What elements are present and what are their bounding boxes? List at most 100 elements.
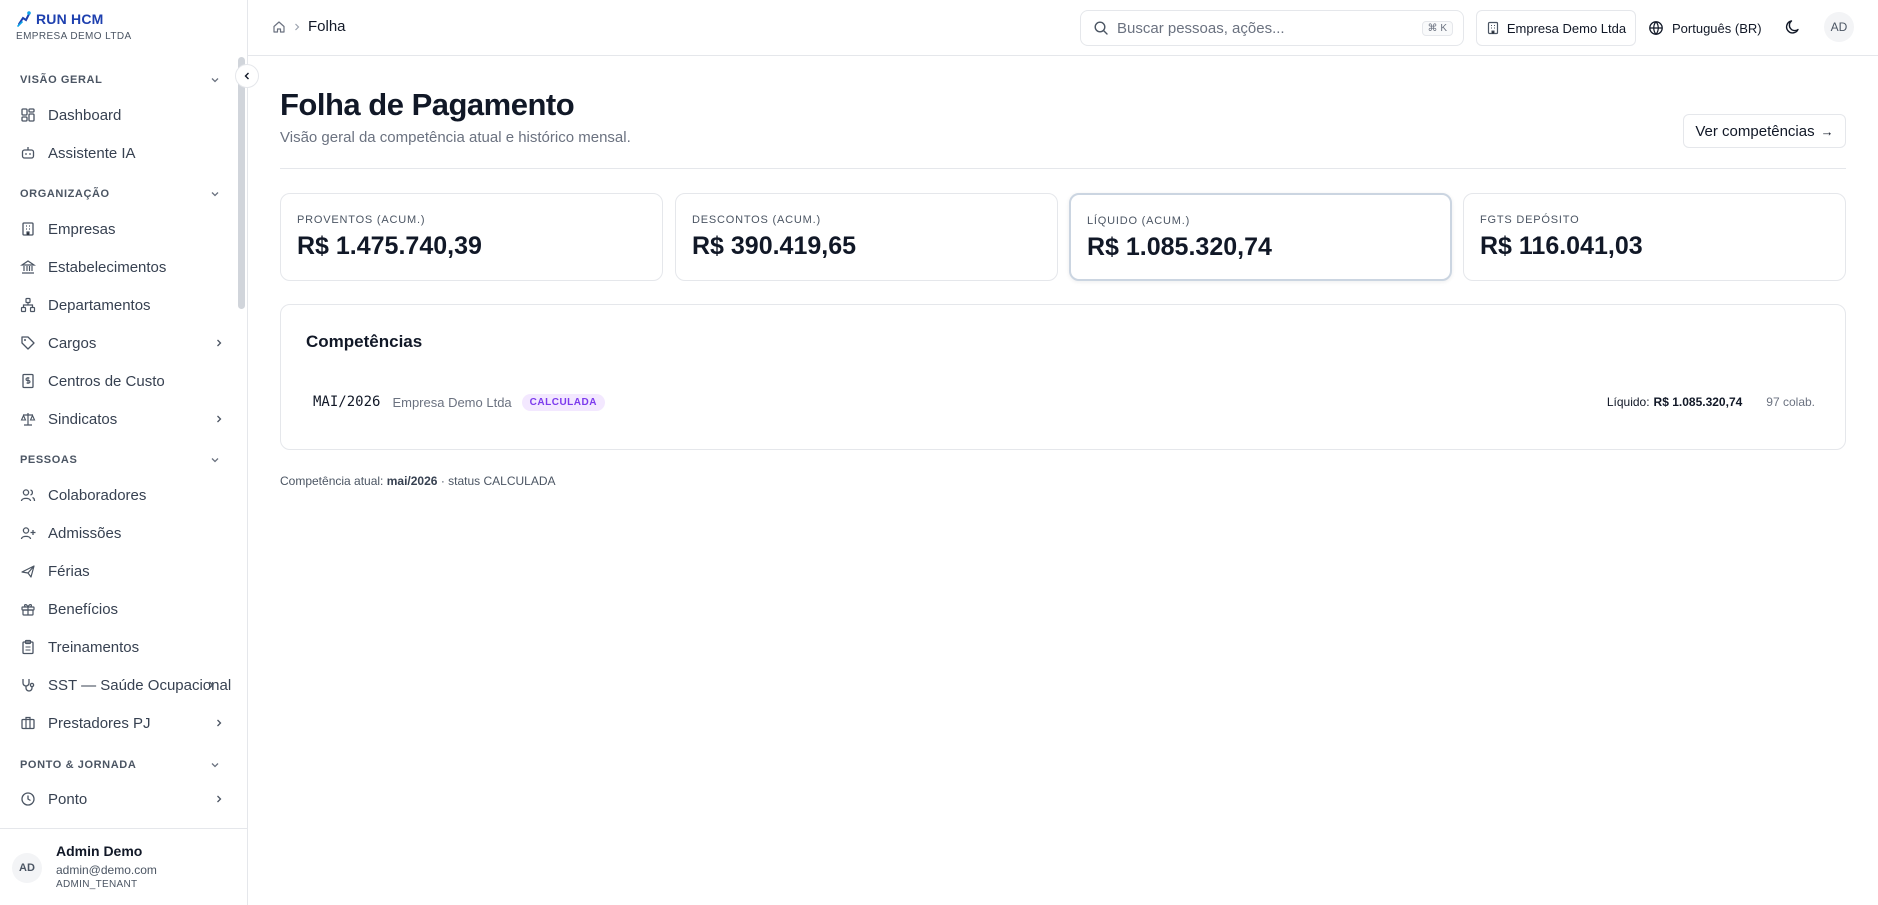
building-icon bbox=[1487, 21, 1498, 35]
sidebar-item-assistente-ia[interactable]: Assistente IA bbox=[12, 136, 232, 170]
stat-value: R$ 1.475.740,39 bbox=[297, 232, 482, 260]
company-name: Empresa Demo Ltda bbox=[1506, 20, 1627, 36]
search-icon bbox=[1094, 21, 1108, 35]
stat-card-liquido[interactable]: LÍQUIDO (ACUM.) R$ 1.085.320,74 bbox=[1069, 193, 1452, 281]
chevron-right-icon bbox=[209, 681, 214, 689]
competencia-company: Empresa Demo Ltda bbox=[392, 394, 512, 410]
sidebar-item-treinamentos[interactable]: Treinamentos bbox=[12, 630, 232, 664]
chevron-right-icon bbox=[217, 719, 222, 727]
sidebar-nav[interactable]: VISÃO GERAL Dashboard Assistente IA ORGA… bbox=[0, 56, 247, 828]
sidebar-item-dashboard[interactable]: Dashboard bbox=[12, 98, 232, 132]
competencia-period: MAI/2026 bbox=[313, 394, 381, 410]
sidebar-item-label: Departamentos bbox=[48, 296, 151, 314]
note-period: mai/2026 bbox=[386, 474, 438, 488]
page-title: Folha de Pagamento bbox=[280, 87, 575, 122]
stat-label: LÍQUIDO (ACUM.) bbox=[1087, 215, 1191, 227]
sidebar-item-beneficios[interactable]: Benefícios bbox=[12, 592, 232, 626]
sidebar-item-ponto[interactable]: Ponto bbox=[12, 782, 232, 816]
section-title: PESSOAS bbox=[20, 454, 78, 466]
section-organizacao[interactable]: ORGANIZAÇÃO bbox=[20, 184, 220, 204]
avatar: AD bbox=[12, 853, 42, 883]
stat-value: R$ 390.419,65 bbox=[692, 232, 857, 260]
sidebar-item-ferias[interactable]: Férias bbox=[12, 554, 232, 588]
bot-icon bbox=[21, 147, 35, 159]
landmark-icon bbox=[20, 260, 36, 274]
chevron-left-icon bbox=[244, 72, 249, 80]
user-plus-icon bbox=[20, 527, 36, 540]
company-switcher-button[interactable]: Empresa Demo Ltda bbox=[1476, 10, 1636, 46]
sidebar-item-label: Empresas bbox=[48, 220, 116, 238]
sidebar-item-label: Admissões bbox=[48, 524, 122, 542]
sidebar-item-label: Cargos bbox=[48, 334, 97, 352]
chevron-right-icon bbox=[217, 415, 222, 423]
avatar[interactable]: AD bbox=[1824, 12, 1854, 42]
list-item[interactable]: MAI/2026 Empresa Demo Ltda CALCULADA Líq… bbox=[313, 391, 1815, 413]
clipboard-icon bbox=[22, 639, 34, 655]
runner-logo-icon bbox=[16, 10, 34, 28]
sidebar-item-cargos[interactable]: Cargos bbox=[12, 326, 232, 360]
sidebar-item-estabelecimentos[interactable]: Estabelecimentos bbox=[12, 250, 232, 284]
stat-value: R$ 1.085.320,74 bbox=[1087, 233, 1272, 261]
briefcase-icon bbox=[21, 716, 35, 730]
sidebar-item-label: Ponto bbox=[48, 790, 88, 808]
sidebar-item-label: Sindicatos bbox=[48, 410, 118, 428]
sidebar-item-colaboradores[interactable]: Colaboradores bbox=[12, 478, 232, 512]
sidebar-item-label: Treinamentos bbox=[48, 638, 140, 656]
chevron-down-icon bbox=[211, 78, 219, 83]
stat-value: R$ 116.041,03 bbox=[1480, 232, 1643, 260]
user-email: admin@demo.com bbox=[56, 863, 157, 877]
org-chart-icon bbox=[20, 297, 36, 313]
sidebar-item-sst[interactable]: SST — Saúde Ocupacional bbox=[12, 668, 232, 702]
language-selector[interactable]: Português (BR) bbox=[1648, 10, 1762, 46]
current-competencia-note: Competência atual: mai/2026 · status CAL… bbox=[280, 474, 556, 488]
search-input[interactable]: Buscar pessoas, ações... ⌘ K bbox=[1080, 10, 1464, 46]
competencias-card: Competências MAI/2026 Empresa Demo Ltda … bbox=[280, 304, 1846, 450]
stat-label: FGTS DEPÓSITO bbox=[1480, 214, 1580, 226]
user-profile[interactable]: AD Admin Demo admin@demo.com ADMIN_TENAN… bbox=[0, 828, 247, 905]
brand[interactable]: RUN HCM EMPRESA DEMO LTDA bbox=[16, 10, 132, 42]
sidebar-item-label: Férias bbox=[48, 562, 90, 580]
colab-count: 97 colab. bbox=[1766, 395, 1815, 409]
stat-card-proventos: PROVENTOS (ACUM.) R$ 1.475.740,39 bbox=[280, 193, 663, 281]
sidebar-item-admissoes[interactable]: Admissões bbox=[12, 516, 232, 550]
moon-icon[interactable] bbox=[1784, 18, 1802, 36]
sidebar: RUN HCM EMPRESA DEMO LTDA VISÃO GERAL Da… bbox=[0, 0, 248, 905]
section-title: PONTO & JORNADA bbox=[20, 759, 137, 771]
chevron-down-icon bbox=[211, 458, 219, 463]
collapse-sidebar-button[interactable] bbox=[235, 64, 259, 88]
arrow-right-icon: → bbox=[1820, 123, 1834, 139]
stat-card-descontos: DESCONTOS (ACUM.) R$ 390.419,65 bbox=[675, 193, 1058, 281]
liquido-value: R$ 1.085.320,74 bbox=[1653, 395, 1743, 409]
chevron-right-icon bbox=[217, 339, 222, 347]
search-placeholder: Buscar pessoas, ações... bbox=[1117, 19, 1285, 37]
sidebar-item-centros-de-custo[interactable]: Centros de Custo bbox=[12, 364, 232, 398]
stethoscope-icon bbox=[22, 679, 35, 692]
sidebar-item-empresas[interactable]: Empresas bbox=[12, 212, 232, 246]
ver-competencias-button[interactable]: Ver competências → bbox=[1683, 114, 1846, 148]
sidebar-item-sindicatos[interactable]: Sindicatos bbox=[12, 402, 232, 436]
status-badge: CALCULADA bbox=[521, 393, 605, 411]
section-visao-geral[interactable]: VISÃO GERAL bbox=[20, 70, 220, 90]
note-prefix: Competência atual: bbox=[280, 474, 384, 488]
section-ponto-jornada[interactable]: PONTO & JORNADA bbox=[20, 755, 220, 775]
home-icon[interactable] bbox=[272, 20, 286, 34]
plane-icon bbox=[21, 565, 35, 578]
page-subtitle: Visão geral da competência atual e histó… bbox=[280, 129, 631, 146]
sidebar-item-label: Centros de Custo bbox=[48, 372, 165, 390]
sidebar-item-prestadores-pj[interactable]: Prestadores PJ bbox=[12, 706, 232, 740]
building-icon bbox=[22, 222, 34, 236]
company-subtitle: EMPRESA DEMO LTDA bbox=[16, 31, 132, 42]
scale-icon bbox=[20, 413, 36, 426]
sidebar-item-departamentos[interactable]: Departamentos bbox=[12, 288, 232, 322]
sidebar-item-label: SST — Saúde Ocupacional bbox=[48, 676, 232, 694]
gift-icon bbox=[21, 604, 35, 616]
stat-label: PROVENTOS (ACUM.) bbox=[297, 214, 426, 226]
stat-label: DESCONTOS (ACUM.) bbox=[692, 214, 821, 226]
sidebar-item-label: Assistente IA bbox=[48, 144, 136, 162]
topbar: Folha Buscar pessoas, ações... ⌘ K Empre… bbox=[248, 0, 1878, 56]
sidebar-item-label: Benefícios bbox=[48, 600, 119, 618]
section-pessoas[interactable]: PESSOAS bbox=[20, 450, 220, 470]
sidebar-item-label: Estabelecimentos bbox=[48, 258, 167, 276]
sidebar-scrollbar[interactable] bbox=[238, 57, 245, 309]
breadcrumb: Folha bbox=[272, 18, 346, 35]
